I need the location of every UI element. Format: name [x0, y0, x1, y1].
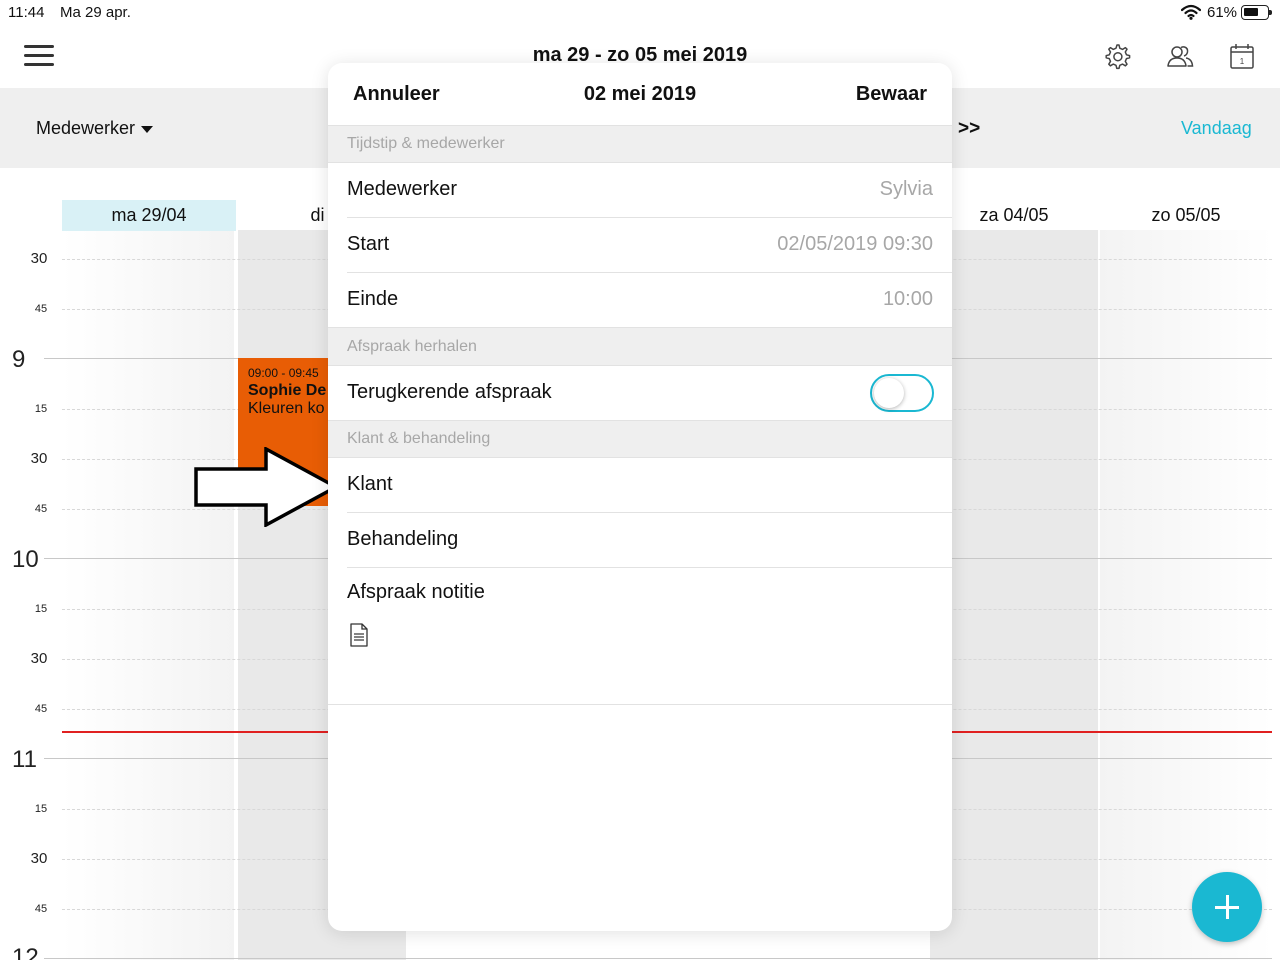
save-button[interactable]: Bewaar: [856, 83, 927, 106]
appointment-time: 09:00 - 09:45: [248, 366, 319, 380]
start-label: Start: [347, 233, 390, 255]
employee-filter-dropdown[interactable]: Medewerker: [36, 118, 154, 139]
section-header-client-treatment: Klant & behandeling: [328, 420, 952, 458]
svg-text:1: 1: [1240, 57, 1245, 66]
cancel-button[interactable]: Annuleer: [353, 83, 440, 106]
time-label-hour: 10: [12, 546, 39, 573]
time-label: 30: [30, 650, 48, 667]
end-label: Einde: [347, 288, 399, 310]
time-label: 45: [34, 503, 48, 515]
document-icon[interactable]: [349, 623, 369, 647]
client-label: Klant: [347, 473, 393, 495]
caret-down-icon: [141, 125, 154, 133]
calendar-today-icon[interactable]: 1: [1228, 42, 1256, 70]
client-row[interactable]: Klant: [328, 458, 952, 513]
battery-fill: [1244, 8, 1258, 16]
time-label: 15: [34, 603, 48, 615]
day-header-sat[interactable]: za 04/05: [928, 200, 1100, 231]
status-bar: 11:44 Ma 29 apr. 61%: [0, 0, 1280, 26]
section-header-repeat: Afspraak herhalen: [328, 327, 952, 366]
today-button[interactable]: Vandaag: [1181, 118, 1252, 139]
time-label-hour: 11: [12, 746, 37, 773]
pointer-arrow-icon: [194, 447, 340, 527]
day-column-sun[interactable]: [1100, 230, 1272, 960]
employee-row[interactable]: Medewerker Sylvia: [328, 163, 952, 218]
treatment-row[interactable]: Behandeling: [328, 513, 952, 568]
settings-icon[interactable]: [1103, 42, 1131, 70]
end-row[interactable]: Einde 10:00: [328, 273, 952, 328]
time-label: 45: [34, 903, 48, 915]
end-value: 10:00: [882, 288, 933, 310]
time-label: 30: [30, 250, 48, 267]
note-label: Afspraak notitie: [347, 581, 485, 603]
toggle-knob: [874, 378, 904, 408]
day-column-mon[interactable]: [62, 230, 234, 960]
divider: [328, 704, 952, 705]
grid-line-hour: [44, 958, 1272, 959]
time-label-hour: 9: [12, 346, 26, 373]
employee-filter-label: Medewerker: [36, 118, 136, 138]
day-header-sun[interactable]: zo 05/05: [1100, 200, 1272, 231]
time-label: 15: [34, 803, 48, 815]
add-appointment-button[interactable]: [1192, 872, 1262, 942]
status-time: 11:44: [8, 4, 45, 21]
battery-icon: [1241, 5, 1272, 20]
section-header-time-employee: Tijdstip & medewerker: [328, 125, 952, 163]
time-label: 30: [30, 850, 48, 867]
time-label: 45: [34, 303, 48, 315]
treatment-label: Behandeling: [347, 528, 459, 550]
start-row[interactable]: Start 02/05/2019 09:30: [328, 218, 952, 273]
staff-icon[interactable]: [1166, 42, 1194, 70]
employee-value: Sylvia: [879, 178, 933, 200]
employee-label: Medewerker: [347, 178, 458, 200]
battery-nub: [1269, 10, 1272, 15]
status-date: Ma 29 apr.: [60, 4, 131, 21]
appointment-client: Sophie De: [248, 382, 327, 399]
recurring-row: Terugkerende afspraak: [328, 366, 952, 420]
note-row[interactable]: Afspraak notitie: [328, 568, 952, 623]
time-label: 45: [34, 703, 48, 715]
next-week-button[interactable]: >>: [958, 118, 980, 140]
time-label: 15: [34, 403, 48, 415]
day-header-mon[interactable]: ma 29/04: [62, 200, 236, 231]
time-label-hour: 12: [12, 944, 39, 960]
modal-header: 02 mei 2019 Annuleer Bewaar: [328, 63, 952, 125]
battery-percentage: 61%: [1207, 4, 1238, 21]
appointment-service: Kleuren ko: [248, 400, 325, 417]
day-column-sat[interactable]: [930, 230, 1098, 960]
appointment-modal: 02 mei 2019 Annuleer Bewaar Tijdstip & m…: [328, 63, 952, 931]
wifi-icon: [1181, 4, 1201, 20]
recurring-toggle[interactable]: [870, 374, 934, 412]
recurring-label: Terugkerende afspraak: [347, 381, 552, 403]
start-value: 02/05/2019 09:30: [777, 233, 933, 255]
time-label: 30: [30, 450, 48, 467]
